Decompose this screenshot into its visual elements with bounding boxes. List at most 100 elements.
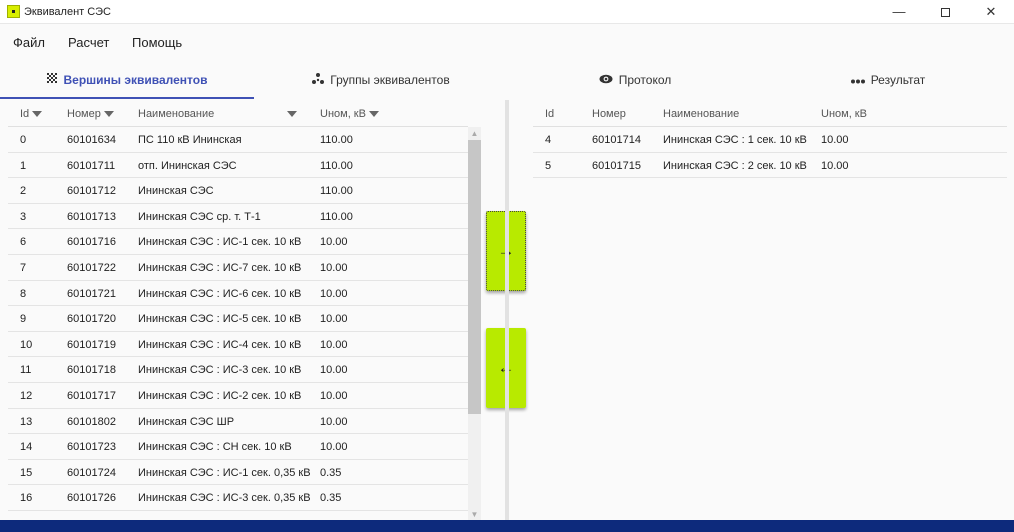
filter-icon[interactable] (368, 111, 379, 118)
cell-id: 8 (20, 287, 27, 300)
menu-file[interactable]: Файл (13, 35, 45, 50)
table-row[interactable]: 15 60101724 Ининская СЭС : ИС-1 сек. 0,35 … (8, 460, 468, 486)
cell-name: Ининская СЭС : ИС-4 сек. 10 кВ (138, 338, 302, 351)
cell-number: 60101721 (67, 287, 116, 300)
table-row[interactable]: 1 60101711 отп. Ининская СЭС 110.00 (8, 153, 468, 179)
cell-voltage: 10.00 (320, 236, 348, 249)
cell-name: Ининская СЭС : ИС-3 сек. 10 кВ (138, 364, 302, 377)
tab-vertices[interactable]: Вершины эквивалентов (0, 62, 254, 98)
active-tab-indicator (0, 97, 254, 99)
cell-number: 60101723 (67, 441, 116, 454)
cell-id: 3 (20, 210, 27, 223)
cell-number: 60101634 (67, 134, 116, 146)
cell-voltage: 10.00 (320, 441, 348, 454)
filter-icon[interactable] (32, 111, 43, 118)
table-header: Id Номер Наименование Uном, кВ (8, 100, 468, 127)
header-id[interactable]: Id (545, 108, 554, 120)
filter-icon[interactable] (284, 108, 297, 120)
vertical-scrollbar[interactable]: ▲ ▼ (468, 127, 481, 521)
cell-id: 15 (20, 466, 33, 479)
tab-groups[interactable]: Группы эквивалентов (254, 62, 508, 98)
maximize-button[interactable] (922, 0, 968, 24)
table-row[interactable]: 4 60101714 Ининская СЭС : 1 сек. 10 кВ 10.0… (533, 127, 1007, 153)
cell-id: 6 (20, 236, 27, 249)
cell-name: Ининская СЭС ШР (138, 415, 235, 428)
tab-bar: Вершины эквивалентов Группы эквивалентов… (0, 62, 1014, 98)
cell-name: Ининская СЭС : ИС-3 сек. 0,35 кВ (138, 492, 311, 505)
panel-divider[interactable] (505, 100, 509, 520)
cell-number: 60101714 (592, 134, 641, 146)
cell-id: 7 (20, 261, 27, 274)
tab-protocol-label: Протокол (618, 73, 672, 87)
cell-name: Ининская СЭС : 2 сек. 10 кВ (663, 159, 807, 172)
tab-vertices-label: Вершины эквивалентов (63, 73, 208, 87)
header-name[interactable]: Наименование (138, 108, 214, 120)
tab-result[interactable]: Результат (762, 62, 1014, 98)
cell-id: 14 (20, 441, 33, 454)
header-name[interactable]: Наименование (663, 108, 739, 120)
cell-id: 12 (20, 389, 33, 402)
cell-id: 16 (20, 492, 33, 505)
menu-help[interactable]: Помощь (132, 35, 182, 50)
cell-voltage: 10.00 (320, 287, 348, 300)
cell-voltage: 10.00 (320, 364, 348, 377)
cell-id: 5 (545, 159, 552, 172)
filter-icon[interactable] (103, 111, 114, 118)
minimize-button[interactable]: — (876, 0, 922, 24)
table-row[interactable]: 10 60101719 Ининская СЭС : ИС-4 сек. 10 кВ… (8, 332, 468, 358)
cell-voltage: 110.00 (320, 210, 353, 223)
cell-voltage: 110.00 (320, 134, 353, 146)
table-row[interactable]: 2 60101712 Ининская СЭС 110.00 (8, 178, 468, 204)
cell-name: Ининская СЭС ср. т. Т-1 (138, 210, 261, 223)
header-id[interactable]: Id (20, 108, 43, 120)
cell-voltage: 110.00 (320, 159, 353, 172)
cell-number: 60101720 (67, 313, 116, 326)
table-row[interactable]: 8 60101721 Ининская СЭС : ИС-6 сек. 10 кВ 1… (8, 281, 468, 307)
cell-name: Ининская СЭС : 1 сек. 10 кВ (663, 134, 807, 146)
tab-groups-label: Группы эквивалентов (330, 73, 450, 87)
cell-number: 60101718 (67, 364, 116, 377)
cell-number: 60101715 (592, 159, 641, 172)
scroll-thumb[interactable] (468, 140, 481, 414)
table-row[interactable]: 16 60101726 Ининская СЭС : ИС-3 сек. 0,35 … (8, 485, 468, 511)
table-row[interactable]: 13 60101802 Ининская СЭС ШР 10.00 (8, 409, 468, 435)
cell-number: 60101726 (67, 492, 116, 505)
cell-id: 4 (545, 134, 552, 146)
table-row[interactable]: 6 60101716 Ининская СЭС : ИС-1 сек. 10 кВ 1… (8, 229, 468, 255)
scroll-up-icon[interactable]: ▲ (468, 127, 481, 140)
cell-name: Ининская СЭС (138, 185, 214, 198)
cell-voltage: 10.00 (320, 313, 348, 326)
cell-voltage: 10.00 (320, 389, 348, 402)
table-row[interactable]: 5 60101715 Ининская СЭС : 2 сек. 10 кВ 10.0… (533, 153, 1007, 179)
header-number[interactable]: Номер (67, 108, 114, 120)
table-row[interactable]: 12 60101717 Ининская СЭС : ИС-2 сек. 10 кВ… (8, 383, 468, 409)
close-button[interactable]: ✕ (968, 0, 1014, 24)
table-row[interactable]: 9 60101720 Ининская СЭС : ИС-5 сек. 10 кВ 1… (8, 306, 468, 332)
cell-number: 60101711 (67, 159, 116, 172)
cell-name: Ининская СЭС : ИС-1 сек. 10 кВ (138, 236, 302, 249)
menu-calc[interactable]: Расчет (68, 35, 109, 50)
header-voltage[interactable]: Uном, кВ (320, 108, 379, 120)
header-number[interactable]: Номер (592, 108, 626, 120)
cell-number: 60101712 (67, 185, 116, 198)
header-voltage[interactable]: Uном, кВ (821, 108, 867, 120)
cell-voltage: 0.35 (320, 492, 342, 505)
cell-name: Ининская СЭС : ИС-2 сек. 10 кВ (138, 389, 302, 402)
cell-name: ПС 110 кВ Ининская (138, 134, 242, 146)
table-row[interactable]: 0 60101634 ПС 110 кВ Ининская 110.00 (8, 127, 468, 153)
source-vertices-table: Id Номер Наименование Uном, кВ 0 60101634… (8, 100, 468, 520)
cell-name: Ининская СЭС : ИС-5 сек. 10 кВ (138, 313, 302, 326)
window-title: Эквивалент СЭС (24, 6, 111, 18)
cell-voltage: 10.00 (821, 159, 849, 172)
cell-voltage: 110.00 (320, 185, 353, 198)
title-bar: Эквивалент СЭС — ✕ (0, 0, 1014, 24)
menu-bar: Файл Расчет Помощь (0, 28, 1014, 56)
table-row[interactable]: 14 60101723 Ининская СЭС : СН сек. 10 кВ 10… (8, 434, 468, 460)
cell-voltage: 10.00 (821, 134, 849, 146)
table-row[interactable]: 11 60101718 Ининская СЭС : ИС-3 сек. 10 кВ… (8, 357, 468, 383)
tab-protocol[interactable]: Протокол (508, 62, 762, 98)
table-row[interactable]: 7 60101722 Ининская СЭС : ИС-7 сек. 10 кВ 1… (8, 255, 468, 281)
table-row[interactable]: 3 60101713 Ининская СЭС ср. т. Т-1 110.00 (8, 204, 468, 230)
app-icon (7, 5, 20, 18)
cell-number: 60101719 (67, 338, 116, 351)
